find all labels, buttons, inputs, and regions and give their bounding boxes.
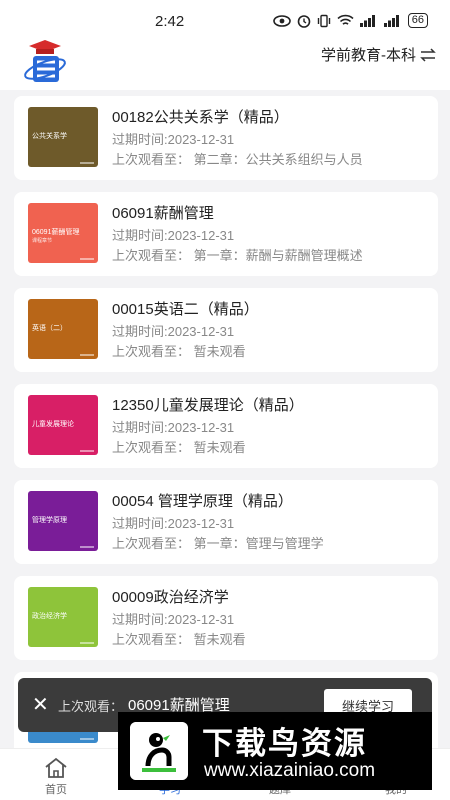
thumbnail-footer-mark bbox=[80, 642, 94, 644]
close-icon[interactable]: ✕ bbox=[32, 692, 49, 717]
app-logo bbox=[24, 40, 66, 82]
thumbnail-title: 政治经济学 bbox=[32, 613, 67, 620]
course-card[interactable]: 公共关系学 00182公共关系学（精品） 过期时间:2023-12-31 上次观看至：… bbox=[14, 96, 438, 180]
alarm-icon bbox=[297, 14, 311, 28]
course-thumbnail: 政治经济学 bbox=[28, 587, 98, 647]
app-header: 学前教育-本科 bbox=[0, 40, 450, 90]
course-last-watched: 上次观看至： 第一章：管理与管理学 bbox=[112, 536, 324, 551]
course-card[interactable]: 06091薪酬管理 课程章节 06091薪酬管理 过期时间:2023-12-31 上次观… bbox=[14, 192, 438, 276]
course-last-watched: 上次观看至： 第一章：薪酬与薪酬管理概述 bbox=[112, 248, 363, 263]
course-title: 00015英语二（精品） bbox=[112, 301, 259, 318]
course-title: 12350儿童发展理论（精品） bbox=[112, 397, 304, 414]
course-thumbnail: 06091薪酬管理 课程章节 bbox=[28, 203, 98, 263]
thumbnail-title: 英语（二） bbox=[32, 325, 67, 332]
course-title: 00009政治经济学 bbox=[112, 589, 229, 606]
course-thumbnail: 管理学原理 bbox=[28, 491, 98, 551]
signal-icon bbox=[359, 14, 375, 27]
eye-icon bbox=[272, 14, 291, 27]
thumbnail-footer-mark bbox=[80, 450, 94, 452]
course-thumbnail: 英语（二） bbox=[28, 299, 98, 359]
thumbnail-subtitle: 课程章节 bbox=[32, 238, 53, 244]
thumbnail-footer-mark bbox=[80, 546, 94, 548]
wifi-icon bbox=[337, 14, 354, 25]
swap-arrows-icon bbox=[420, 47, 436, 62]
thumbnail-title: 管理学原理 bbox=[32, 517, 67, 524]
course-expire-date: 过期时间:2023-12-31 bbox=[112, 516, 235, 531]
thumbnail-title: 儿童发展理论 bbox=[32, 421, 74, 428]
thumbnail-footer-mark bbox=[80, 354, 94, 356]
course-last-watched: 上次观看至： 第二章：公共关系组织与人员 bbox=[112, 152, 363, 167]
thumbnail-footer-mark bbox=[80, 738, 94, 740]
tab-home-label: 首页 bbox=[45, 784, 67, 796]
course-expire-date: 过期时间:2023-12-31 bbox=[112, 420, 235, 435]
thumbnail-title: 06091薪酬管理 bbox=[32, 229, 80, 236]
signal-icon bbox=[383, 14, 399, 27]
course-expire-date: 过期时间:2023-12-31 bbox=[112, 132, 235, 147]
course-last-watched: 上次观看至： 暂未观看 bbox=[112, 440, 246, 455]
thumbnail-title: 公共关系学 bbox=[32, 133, 67, 140]
major-label: 学前教育-本科 bbox=[321, 47, 416, 64]
course-title: 00182公共关系学（精品） bbox=[112, 109, 289, 126]
course-card[interactable]: 管理学原理 00054 管理学原理（精品） 过期时间:2023-12-31 上次观看至… bbox=[14, 480, 438, 564]
course-expire-date: 过期时间:2023-12-31 bbox=[112, 228, 235, 243]
thumbnail-footer-mark bbox=[80, 162, 94, 164]
watermark-banner: 下载鸟资源 www.xiazainiao.com bbox=[118, 712, 432, 790]
course-expire-date: 过期时间:2023-12-31 bbox=[112, 324, 235, 339]
course-title: 00054 管理学原理（精品） bbox=[112, 493, 293, 510]
course-thumbnail: 儿童发展理论 bbox=[28, 395, 98, 455]
vibrate-icon bbox=[317, 14, 330, 27]
toast-label: 上次观看： bbox=[58, 699, 124, 714]
watermark-title: 下载鸟资源 bbox=[202, 726, 367, 761]
course-last-watched: 上次观看至： 暂未观看 bbox=[112, 344, 246, 359]
major-switcher[interactable]: 学前教育-本科 bbox=[321, 44, 436, 65]
course-thumbnail: 公共关系学 bbox=[28, 107, 98, 167]
watermark-url: www.xiazainiao.com bbox=[204, 760, 376, 781]
course-expire-date: 过期时间:2023-12-31 bbox=[112, 612, 235, 627]
course-last-watched: 上次观看至： 暂未观看 bbox=[112, 632, 246, 647]
tab-home[interactable]: 首页 bbox=[26, 757, 86, 797]
status-icons: 66 bbox=[272, 13, 428, 28]
battery-icon: 66 bbox=[407, 13, 428, 28]
course-card[interactable]: 儿童发展理论 12350儿童发展理论（精品） 过期时间:2023-12-31 上次观看… bbox=[14, 384, 438, 468]
course-card[interactable]: 政治经济学 00009政治经济学 过期时间:2023-12-31 上次观看至： 暂未观… bbox=[14, 576, 438, 660]
course-title: 06091薪酬管理 bbox=[112, 205, 214, 222]
home-icon bbox=[45, 757, 67, 778]
bird-logo-icon bbox=[130, 722, 188, 780]
course-card[interactable]: 英语（二） 00015英语二（精品） 过期时间:2023-12-31 上次观看至： 暂… bbox=[14, 288, 438, 372]
thumbnail-footer-mark bbox=[80, 258, 94, 260]
status-time: 2:42 bbox=[155, 13, 185, 30]
